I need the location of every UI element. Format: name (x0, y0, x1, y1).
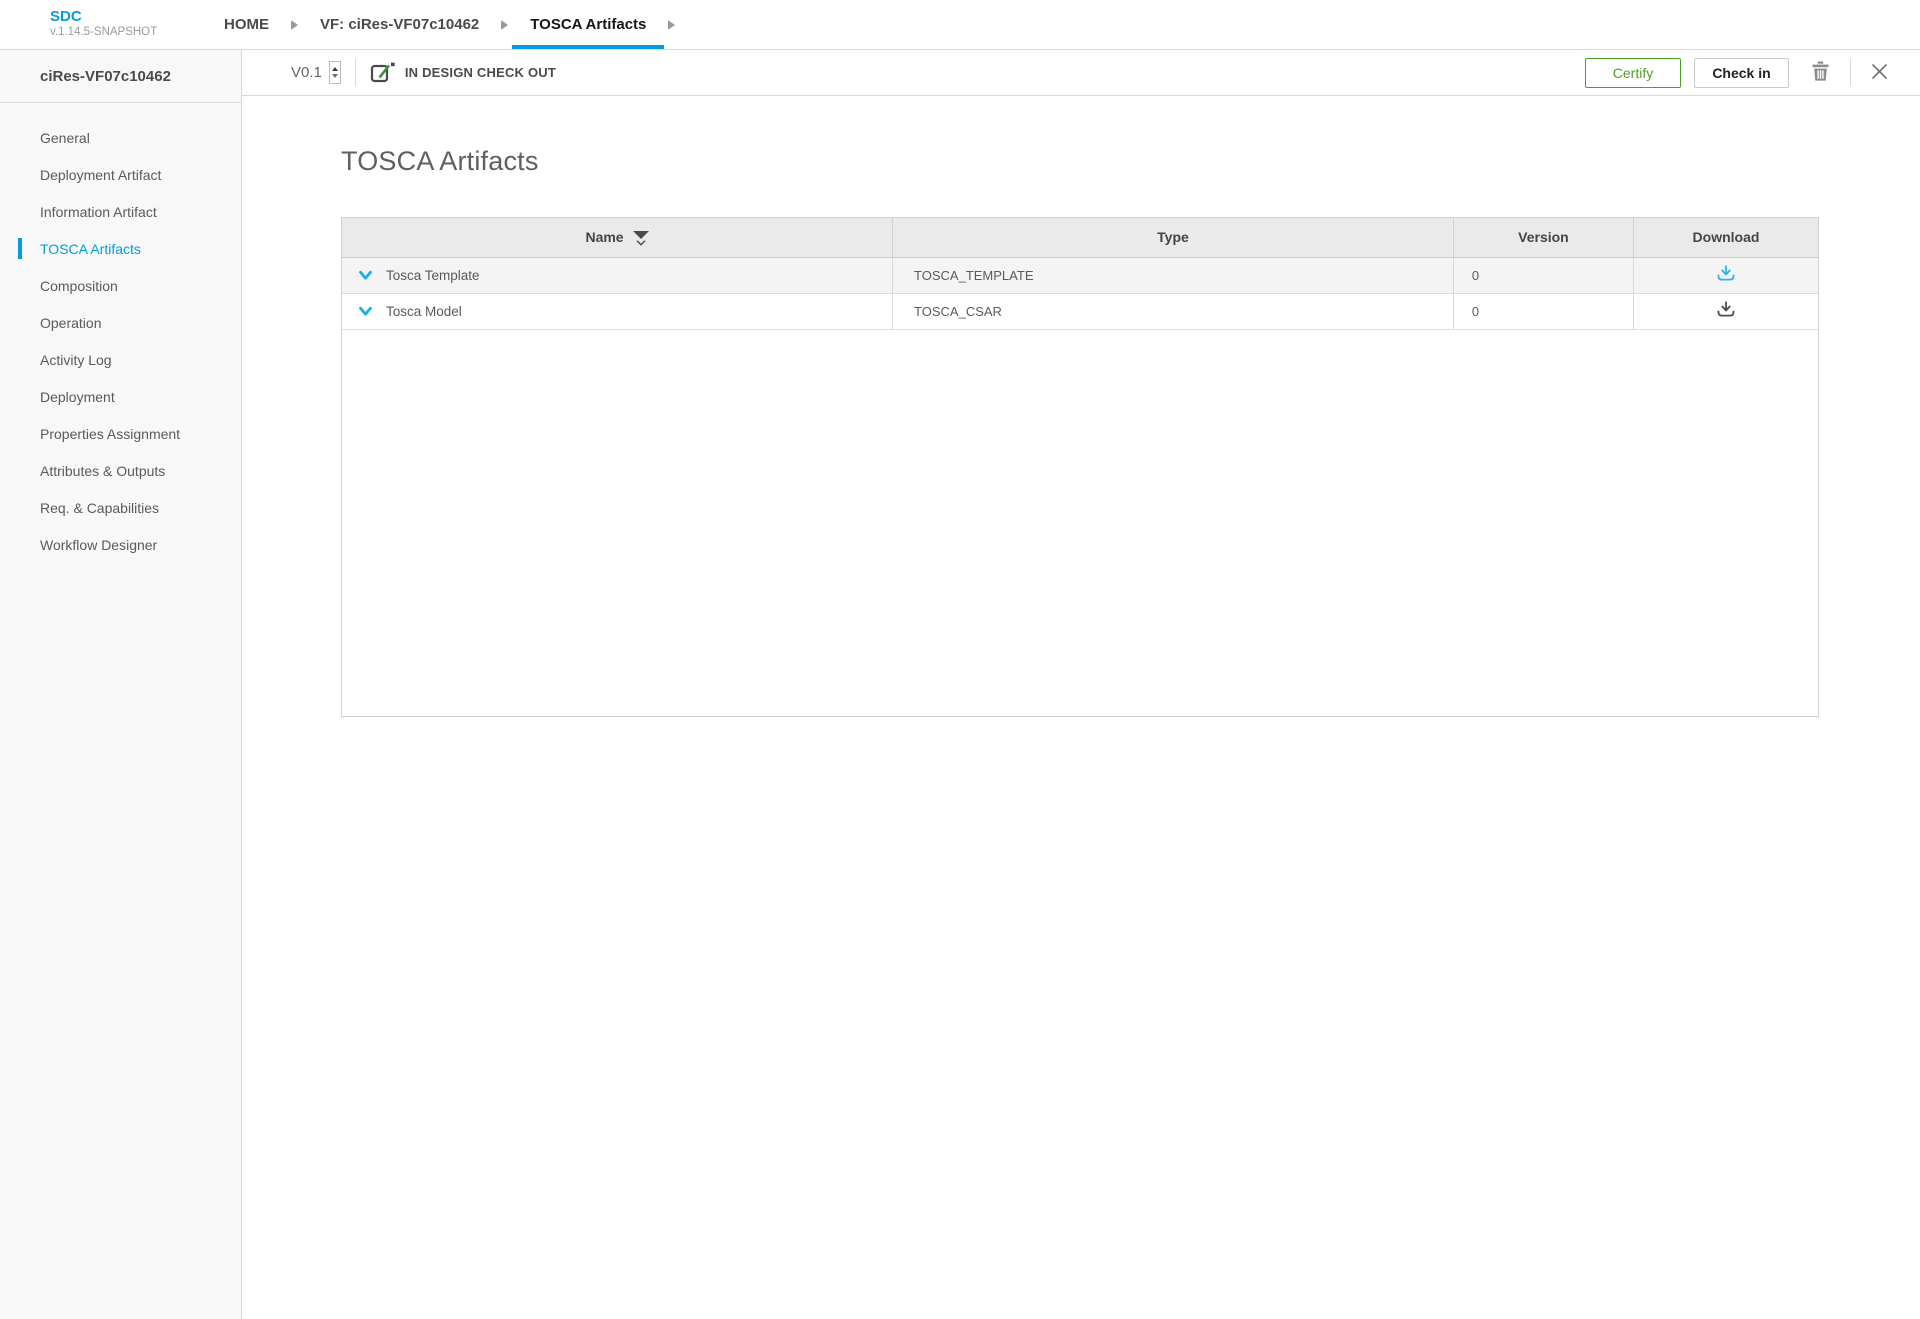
version-value: V0.1 (291, 64, 322, 81)
sidebar-item-operation[interactable]: Operation (0, 304, 241, 341)
page-title: TOSCA Artifacts (341, 146, 1819, 177)
breadcrumb-label: VF: ciRes-VF07c10462 (320, 16, 479, 33)
sidebar-item-label: Properties Assignment (40, 426, 180, 442)
toolbar-divider (355, 59, 356, 86)
sidebar-item-tosca-artifacts[interactable]: TOSCA Artifacts (0, 230, 241, 267)
brand-name: SDC (50, 8, 168, 25)
certify-button[interactable]: Certify (1585, 58, 1681, 88)
expand-chevron-icon[interactable] (358, 304, 373, 319)
sidebar-item-attributes-outputs[interactable]: Attributes & Outputs (0, 452, 241, 489)
workspace-shell: ciRes-VF07c10462 General Deployment Arti… (0, 50, 1920, 1319)
artifact-version: 0 (1453, 257, 1633, 293)
breadcrumb-tab-vf-cires-vf07c10462[interactable]: VF: ciRes-VF07c10462 (302, 0, 497, 49)
workspace-toolbar: V0.1 IN DESIGN CHECK OUT Certify Check i… (242, 50, 1920, 96)
close-icon (1871, 63, 1888, 83)
toolbar-divider (1850, 59, 1851, 86)
checkin-button[interactable]: Check in (1694, 58, 1789, 88)
breadcrumb-arrow-icon (501, 0, 508, 49)
top-nav: SDC v.1.14.5-SNAPSHOT HOME VF: ciRes-VF0… (0, 0, 1920, 50)
sidebar-item-label: Information Artifact (40, 204, 157, 220)
breadcrumb-arrow-icon (668, 0, 675, 49)
download-icon[interactable] (1716, 301, 1736, 318)
breadcrumb-arrow-icon (291, 0, 298, 49)
sidebar-item-label: Req. & Capabilities (40, 500, 159, 516)
sidebar-item-label: Deployment (40, 389, 115, 405)
artifact-type: TOSCA_CSAR (893, 293, 1454, 329)
sidebar-item-deployment-artifact[interactable]: Deployment Artifact (0, 156, 241, 193)
stepper-down-icon (332, 74, 338, 78)
sidebar-item-general[interactable]: General (0, 119, 241, 156)
close-button[interactable] (1865, 59, 1894, 87)
artifact-name: Tosca Template (386, 268, 480, 283)
delete-button[interactable] (1805, 57, 1836, 88)
breadcrumb-label: TOSCA Artifacts (530, 16, 646, 33)
sidebar-item-label: Composition (40, 278, 118, 294)
column-header-version[interactable]: Version (1453, 218, 1633, 257)
brand-version: v.1.14.5-SNAPSHOT (50, 25, 168, 39)
sidebar-item-workflow-designer[interactable]: Workflow Designer (0, 526, 241, 563)
sidebar-menu: General Deployment Artifact Information … (0, 103, 241, 563)
main-panel: V0.1 IN DESIGN CHECK OUT Certify Check i… (242, 50, 1920, 1319)
table-row-tosca-model: Tosca Model TOSCA_CSAR 0 (342, 293, 1818, 329)
breadcrumb-tab-tosca-artifacts[interactable]: TOSCA Artifacts (512, 0, 664, 49)
sidebar-item-label: General (40, 130, 90, 146)
artifact-version: 0 (1453, 293, 1633, 329)
sidebar-item-composition[interactable]: Composition (0, 267, 241, 304)
component-title: ciRes-VF07c10462 (0, 50, 241, 103)
artifact-name: Tosca Model (386, 304, 462, 319)
sidebar-item-activity-log[interactable]: Activity Log (0, 341, 241, 378)
breadcrumb: HOME VF: ciRes-VF07c10462 TOSCA Artifact… (206, 0, 679, 49)
artifacts-table: Name Type Version Download (341, 217, 1819, 717)
lifecycle-status: IN DESIGN CHECK OUT (405, 65, 556, 80)
breadcrumb-tab-home[interactable]: HOME (206, 0, 287, 49)
sidebar-item-label: Workflow Designer (40, 537, 157, 553)
download-icon[interactable] (1716, 265, 1736, 282)
column-header-name-label: Name (585, 229, 623, 245)
version-stepper[interactable] (329, 61, 341, 84)
breadcrumb-label: HOME (224, 16, 269, 33)
sdc-logo[interactable]: SDC v.1.14.5-SNAPSHOT (50, 0, 168, 49)
sort-icon (633, 231, 649, 246)
sidebar-item-req-capabilities[interactable]: Req. & Capabilities (0, 489, 241, 526)
component-title-label: ciRes-VF07c10462 (40, 68, 171, 85)
sidebar-item-label: Deployment Artifact (40, 167, 161, 183)
artifact-type: TOSCA_TEMPLATE (893, 257, 1454, 293)
column-header-name[interactable]: Name (342, 218, 893, 257)
sidebar-item-label: Activity Log (40, 352, 112, 368)
column-header-download[interactable]: Download (1633, 218, 1818, 257)
sidebar-item-label: Attributes & Outputs (40, 463, 165, 479)
column-header-type[interactable]: Type (893, 218, 1454, 257)
sidebar-item-label: Operation (40, 315, 101, 331)
sidebar-item-deployment[interactable]: Deployment (0, 378, 241, 415)
sidebar-item-properties-assignment[interactable]: Properties Assignment (0, 415, 241, 452)
sidebar-item-information-artifact[interactable]: Information Artifact (0, 193, 241, 230)
expand-chevron-icon[interactable] (358, 268, 373, 283)
trash-icon (1811, 61, 1830, 84)
in-design-icon (370, 61, 395, 84)
page-content: TOSCA Artifacts Name (242, 96, 1920, 717)
stepper-up-icon (332, 67, 338, 71)
sidebar: ciRes-VF07c10462 General Deployment Arti… (0, 50, 242, 1319)
sidebar-item-label: TOSCA Artifacts (40, 241, 141, 257)
table-row-tosca-template: Tosca Template TOSCA_TEMPLATE 0 (342, 257, 1818, 293)
table-header-row: Name Type Version Download (342, 218, 1818, 257)
